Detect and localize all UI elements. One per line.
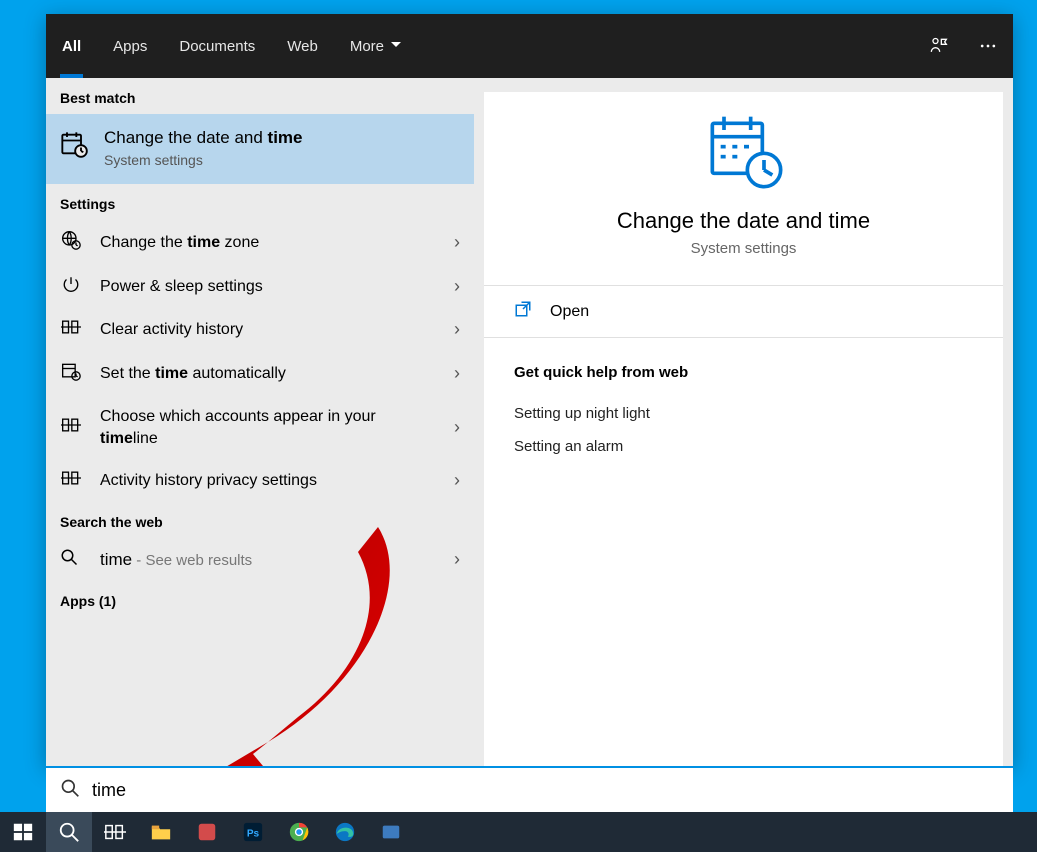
settings-item-label: Activity history privacy settings [100,470,436,492]
search-icon [60,778,80,803]
app-icon [196,821,218,843]
detail-subtitle: System settings [484,240,1003,257]
chevron-right-icon: › [454,319,460,340]
chrome-icon [288,821,310,843]
settings-item-activity-privacy[interactable]: Activity history privacy settings › [46,459,474,502]
open-label: Open [550,303,589,321]
tab-all[interactable]: All [46,14,97,78]
tab-documents[interactable]: Documents [163,14,271,78]
best-match-item[interactable]: Change the date and time System settings [46,114,474,184]
detail-pane: Change the date and time System settings… [474,78,1013,766]
chevron-right-icon: › [454,276,460,297]
taskbar-app-generic-2[interactable] [368,812,414,852]
search-filter-tabs: All Apps Documents Web More [46,14,1013,78]
calendar-clock-icon [60,128,86,163]
section-search-web: Search the web [46,502,474,538]
timeline-icon [60,318,82,341]
taskbar-app-chrome[interactable] [276,812,322,852]
svg-text:Ps: Ps [247,829,260,840]
app-icon [380,821,402,843]
section-apps-count: Apps (1) [46,581,474,617]
timeline-icon [60,416,82,439]
globe-clock-icon [60,230,82,255]
quick-help-heading: Get quick help from web [484,338,1003,397]
chevron-right-icon: › [454,363,460,384]
settings-item-label: Choose which accounts appear in your tim… [100,406,436,449]
tab-more-label: More [350,38,384,55]
search-results-panel: All Apps Documents Web More Best match [46,14,1013,766]
start-button[interactable] [0,812,46,852]
chevron-right-icon: › [454,470,460,491]
windows-logo-icon [12,821,34,843]
web-search-item[interactable]: time - See web results › [46,538,474,581]
section-best-match: Best match [46,78,474,114]
open-action[interactable]: Open [484,286,1003,338]
taskbar-app-generic-1[interactable] [184,812,230,852]
detail-title: Change the date and time [484,208,1003,234]
settings-item-change-time-zone[interactable]: Change the time zone › [46,220,474,265]
settings-item-power-sleep[interactable]: Power & sleep settings › [46,265,474,308]
tab-more[interactable]: More [334,14,418,78]
calendar-clock-icon [60,361,82,386]
taskbar-app-file-explorer[interactable] [138,812,184,852]
photoshop-icon: Ps [242,821,264,843]
chevron-down-icon [390,38,402,55]
chevron-right-icon: › [454,417,460,438]
task-view-button[interactable] [92,812,138,852]
settings-item-label: Set the time automatically [100,363,436,385]
web-search-label: time - See web results [100,550,436,570]
taskbar-app-edge[interactable] [322,812,368,852]
settings-item-timeline-accounts[interactable]: Choose which accounts appear in your tim… [46,396,474,459]
power-icon [60,275,82,298]
search-icon [60,548,82,571]
timeline-icon [60,469,82,492]
chevron-right-icon: › [454,232,460,253]
detail-header: Change the date and time System settings [484,92,1003,286]
search-bar[interactable] [46,766,1013,812]
calendar-clock-icon [484,110,1003,190]
best-match-subtitle: System settings [104,152,303,168]
edge-icon [334,821,356,843]
help-link-alarm[interactable]: Setting an alarm [484,430,1003,463]
chevron-right-icon: › [454,549,460,570]
section-settings: Settings [46,184,474,220]
results-list: Best match Change the date and time [46,78,474,766]
settings-item-clear-activity-history[interactable]: Clear activity history › [46,308,474,351]
settings-item-label: Power & sleep settings [100,276,436,298]
settings-item-label: Change the time zone [100,232,436,254]
best-match-title: Change the date and time [104,128,303,148]
taskbar-search-button[interactable] [46,812,92,852]
settings-item-label: Clear activity history [100,319,436,341]
task-view-icon [104,821,126,843]
open-icon [514,300,532,323]
settings-item-set-time-automatically[interactable]: Set the time automatically › [46,351,474,396]
taskbar: Ps [0,812,1037,852]
search-input[interactable] [92,780,999,801]
folder-icon [150,821,172,843]
feedback-icon[interactable] [913,14,963,78]
taskbar-app-photoshop[interactable]: Ps [230,812,276,852]
search-icon [58,821,80,843]
tab-apps[interactable]: Apps [97,14,163,78]
help-link-night-light[interactable]: Setting up night light [484,397,1003,430]
tab-web[interactable]: Web [271,14,334,78]
more-options-icon[interactable] [963,14,1013,78]
